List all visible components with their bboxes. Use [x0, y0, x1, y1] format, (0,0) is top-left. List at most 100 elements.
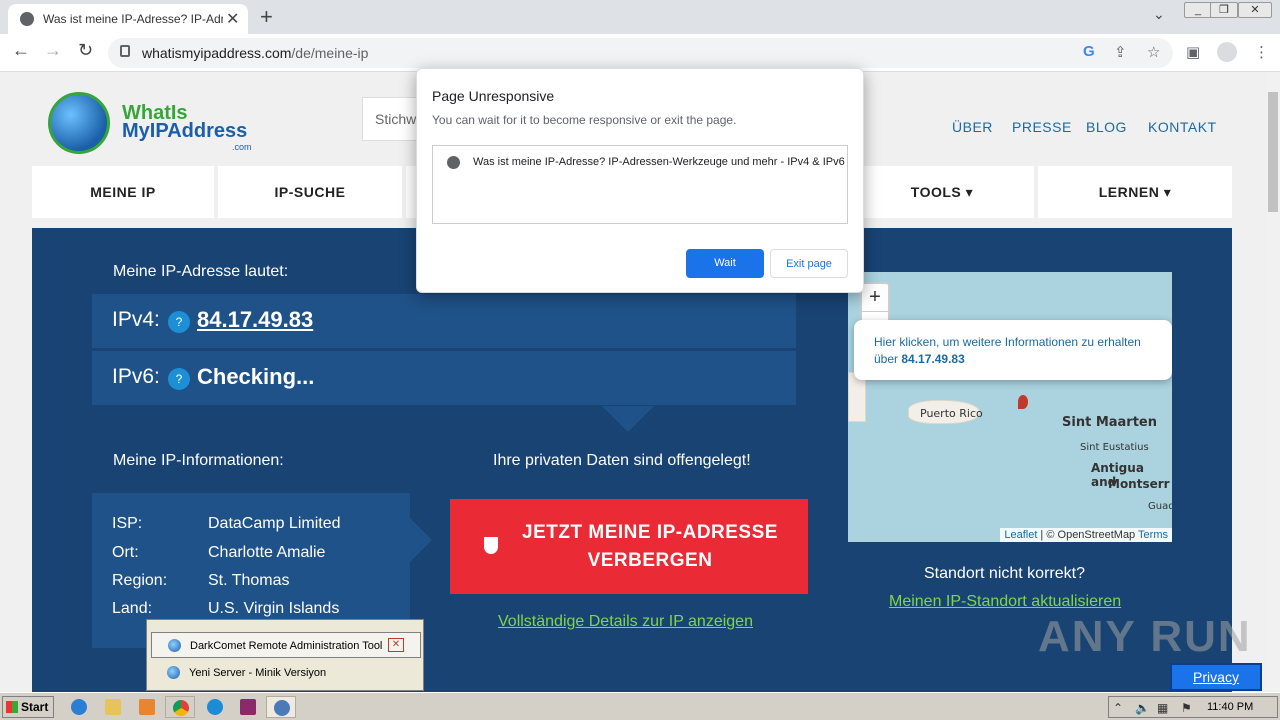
system-tray: ⌃ 🔈 ▦ ⚑ 11:40 PM [1108, 696, 1278, 718]
map-label: Montserr [1108, 477, 1170, 491]
menu-kebab-icon[interactable]: ⋮ [1254, 43, 1269, 61]
update-location-link[interactable]: Meinen IP-Standort aktualisieren [889, 593, 1121, 611]
popup-item-yeni-server[interactable]: Yeni Server - Minik Versiyon [151, 660, 421, 686]
help-icon[interactable]: ? [168, 311, 190, 333]
my-ip-label: Meine IP-Adresse lautet: [113, 263, 289, 280]
ipv4-key: IPv4: [112, 308, 160, 331]
site-logo[interactable]: WhatIs MyIPAddress .com [46, 90, 266, 160]
info-row-land: Land: U.S. Virgin Islands [112, 600, 340, 617]
map-popup[interactable]: Hier klicken, um weitere Informationen z… [854, 320, 1172, 380]
scrollbar-thumb[interactable] [1268, 92, 1278, 212]
info-arrow [410, 518, 432, 562]
reload-icon[interactable]: ↻ [78, 40, 93, 61]
media-taskbar-icon[interactable] [132, 696, 162, 718]
ipv4-bar: IPv4: ? 84.17.49.83 [92, 294, 796, 348]
logo-text-3: .com [232, 142, 252, 152]
minimize-button[interactable]: _ [1184, 2, 1212, 18]
popup-item-label: DarkComet Remote Administration Tool [190, 640, 383, 652]
darkcomet-icon [168, 639, 181, 652]
popup-text: Hier klicken, um weitere Informationen z… [874, 335, 1141, 349]
forward-icon[interactable]: → [44, 40, 62, 61]
flag-icon[interactable]: ⚑ [1181, 701, 1192, 715]
map-attribution: Leaflet | © OpenStreetMap Terms [1000, 528, 1172, 542]
popup-item-darkcomet[interactable]: DarkComet Remote Administration Tool ✕ [151, 632, 421, 658]
browser-toolbar: ← → ↻ whatismyipaddress.com/de/meine-ip … [0, 34, 1280, 72]
chrome-taskbar-icon[interactable] [165, 696, 195, 718]
nav-item-hidden[interactable] [406, 166, 416, 218]
osm-attribution: © OpenStreetMap [1046, 529, 1136, 541]
link-presse[interactable]: PRESSE [1012, 119, 1072, 135]
network-icon[interactable]: ▦ [1157, 701, 1168, 715]
taskbar-group-popup: DarkComet Remote Administration Tool ✕ Y… [146, 619, 424, 691]
link-uber[interactable]: ÜBER [952, 119, 993, 135]
nav-lernen[interactable]: LERNEN ▾ [1038, 166, 1232, 218]
link-blog[interactable]: BLOG [1086, 119, 1127, 135]
start-button[interactable]: Start [2, 696, 54, 718]
back-icon[interactable]: ← [12, 40, 30, 61]
dialog-title: Page Unresponsive [432, 88, 555, 104]
info-row-region: Region: St. Thomas [112, 572, 290, 589]
server-icon [167, 666, 180, 679]
location-map[interactable]: + − Hier klicken, um weitere Information… [848, 272, 1172, 542]
url-path: /de/meine-ip [291, 45, 369, 61]
ipv6-bar: IPv6: ? Checking... [92, 351, 796, 405]
hide-ip-label: JETZT MEINE IP-ADRESSE VERBERGEN [522, 522, 778, 571]
clock[interactable]: 11:40 PM [1207, 701, 1253, 713]
close-tab-icon[interactable]: ✕ [226, 9, 239, 29]
anyrun-watermark: ANY RUN [1038, 612, 1252, 661]
globe-icon [20, 12, 34, 26]
new-tab-icon[interactable]: + [260, 4, 273, 30]
location-wrong-label: Standort nicht korrekt? [924, 565, 1085, 582]
speaker-icon[interactable]: 🔈 [1135, 701, 1150, 715]
link-kontakt[interactable]: KONTAKT [1148, 119, 1217, 135]
full-details-link[interactable]: Vollständige Details zur IP anzeigen [498, 613, 753, 631]
hide-ip-button[interactable]: JETZT MEINE IP-ADRESSE VERBERGEN [450, 499, 808, 594]
nav-meine-ip[interactable]: MEINE IP [32, 166, 214, 218]
nav-tools[interactable]: TOOLS ▾ [850, 166, 1034, 218]
ipv4-value[interactable]: 84.17.49.83 [197, 307, 313, 333]
chevron-down-icon[interactable]: ⌄ [1153, 6, 1165, 23]
restore-button[interactable]: ❐ [1210, 2, 1238, 18]
terms-link[interactable]: Terms [1138, 529, 1168, 541]
ie-taskbar-icon[interactable] [64, 696, 94, 718]
browser-tab[interactable]: Was ist meine IP-Adresse? IP-Adres ✕ [8, 4, 248, 34]
exit-page-button[interactable]: Exit page [770, 249, 848, 278]
google-icon[interactable]: G [1083, 43, 1095, 60]
info-row-isp: ISP: DataCamp Limited [112, 515, 341, 532]
explorer-taskbar-icon[interactable] [98, 696, 128, 718]
windows-logo-icon [6, 701, 18, 713]
dialog-message: You can wait for it to become responsive… [432, 113, 737, 127]
popup-ip: 84.17.49.83 [901, 352, 965, 366]
help-icon[interactable]: ? [168, 368, 190, 390]
shield-icon [484, 537, 498, 554]
profile-icon[interactable] [1217, 42, 1237, 62]
map-label: Puerto Rico [920, 407, 983, 420]
address-bar[interactable]: whatismyipaddress.com/de/meine-ip [108, 38, 1173, 68]
winrar-taskbar-icon[interactable] [233, 696, 263, 718]
side-panel-icon[interactable]: ▣ [1186, 43, 1200, 61]
close-icon[interactable]: ✕ [388, 638, 404, 652]
nav-ip-suche[interactable]: IP-SUCHE [218, 166, 402, 218]
zoom-in-button[interactable]: + [862, 284, 888, 312]
search-placeholder: Stichw [375, 111, 417, 127]
darkcomet-taskbar-icon[interactable] [266, 696, 296, 718]
tray-expand-icon[interactable]: ⌃ [1113, 701, 1123, 715]
share-icon[interactable]: ⇪ [1114, 43, 1127, 61]
privacy-button[interactable]: Privacy [1170, 663, 1262, 691]
exposed-label: Ihre privaten Daten sind offengelegt! [493, 452, 751, 469]
map-label: Guad [1148, 501, 1172, 512]
wait-button[interactable]: Wait [686, 249, 764, 278]
bookmark-star-icon[interactable]: ☆ [1147, 43, 1160, 61]
tab-title: Was ist meine IP-Adresse? IP-Adres [43, 12, 223, 26]
leaflet-link[interactable]: Leaflet [1004, 529, 1037, 541]
tab-strip: Was ist meine IP-Adresse? IP-Adres ✕ + ⌄… [0, 0, 1280, 34]
page-scrollbar[interactable] [1266, 72, 1280, 692]
close-window-button[interactable]: ✕ [1238, 2, 1272, 18]
popup-item-label: Yeni Server - Minik Versiyon [189, 667, 327, 679]
edge-taskbar-icon[interactable] [200, 696, 230, 718]
lock-icon[interactable] [120, 45, 130, 57]
page-unresponsive-dialog: Page Unresponsive You can wait for it to… [416, 68, 864, 293]
map-marker-icon[interactable] [1018, 395, 1028, 409]
site-search-input[interactable]: Stichw [362, 97, 418, 141]
ipv6-value: Checking... [197, 364, 315, 389]
